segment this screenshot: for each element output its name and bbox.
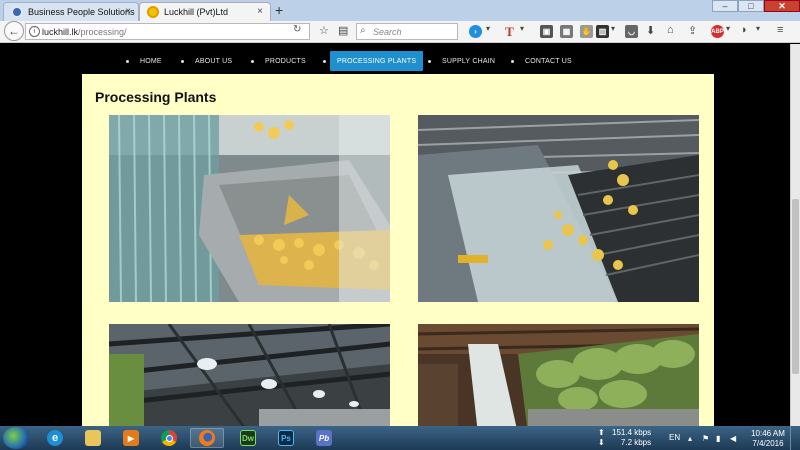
ghost-extension-icon[interactable]: ◗ (741, 24, 748, 36)
dropdown-arrow-icon[interactable]: ▾ (726, 24, 730, 33)
net-up-speed: 151.4 kbps (612, 428, 652, 437)
dropdown-arrow-icon[interactable]: ▾ (611, 24, 615, 33)
pb-app-icon[interactable]: Pb (307, 428, 341, 448)
download-icon[interactable]: ⬇ (646, 24, 655, 37)
bullet-icon (511, 59, 514, 63)
menu-label: PRODUCTS (265, 57, 306, 65)
back-arrow-icon: ← (8, 24, 20, 38)
site-favicon-icon (11, 6, 23, 18)
browser-nav-bar: ← i luckhill.lk/processing/ ↻ ☆ ▤ ⌕ Sear… (0, 21, 800, 43)
clock-time: 10:46 AM (751, 429, 785, 438)
net-down-speed: 7.2 kbps (620, 438, 652, 447)
bullet-icon (126, 59, 129, 63)
clock-date: 7/4/2016 (752, 439, 784, 448)
search-input[interactable]: ⌕ Search (356, 23, 458, 40)
media-player-icon[interactable]: ▶ (114, 428, 148, 448)
pocket-icon[interactable]: ◡ (625, 25, 638, 38)
system-clock[interactable]: 10:46 AM 7/4/2016 (748, 429, 788, 449)
url-bar[interactable]: i luckhill.lk/processing/ (25, 23, 310, 40)
search-placeholder: Search (373, 26, 402, 37)
menu-item-home[interactable]: HOME (126, 51, 162, 71)
tab-luckhill[interactable]: Luckhill (Pvt)Ltd × (139, 2, 271, 21)
dropdown-arrow-icon[interactable]: ▾ (756, 24, 760, 33)
menu-label: SUPPLY CHAIN (442, 57, 496, 65)
adblock-icon[interactable]: ABP (711, 25, 724, 38)
menu-hamburger-icon[interactable]: ≡ (777, 24, 783, 36)
menu-item-products[interactable]: PRODUCTS (251, 51, 306, 71)
dreamweaver-icon[interactable]: Dw (231, 428, 265, 448)
firefox-icon[interactable] (190, 428, 224, 448)
processing-photo-conveyor[interactable] (109, 115, 390, 302)
page-scrollbar[interactable] (790, 44, 800, 426)
tab-title: Business People Solutions (28, 7, 135, 17)
dropdown-arrow-icon[interactable]: ▾ (486, 24, 490, 33)
site-navigation: HOME ABOUT US PRODUCTS PROCESSING PLANTS… (0, 44, 800, 78)
bullet-icon (181, 59, 184, 63)
file-explorer-icon[interactable] (76, 428, 110, 448)
show-hidden-icons-icon[interactable]: ▴ (688, 434, 697, 443)
processing-photo-plant-interior[interactable] (109, 324, 390, 434)
language-indicator[interactable]: EN (669, 433, 680, 442)
info-icon[interactable]: i (29, 26, 40, 37)
back-button[interactable]: ← (4, 21, 24, 41)
clipboard-icon[interactable]: ▦ (560, 25, 573, 38)
photoshop-icon[interactable]: Ps (269, 428, 303, 448)
upload-arrow-icon: ⬆ (598, 428, 605, 437)
show-desktop-button[interactable] (790, 426, 800, 450)
hand-tool-icon[interactable]: ✋ (580, 25, 593, 38)
processing-photo-washing-belt[interactable] (418, 115, 699, 302)
browser-tab-bar: Business People Solutions × Luckhill (Pv… (0, 0, 800, 21)
home-icon[interactable]: ⌂ (667, 24, 674, 36)
close-tab-icon[interactable]: × (125, 6, 131, 17)
content-panel: Processing Plants (82, 74, 714, 434)
menu-label: CONTACT US (525, 57, 572, 65)
search-icon: ⌕ (360, 25, 366, 36)
translate-extension-icon[interactable]: › (469, 25, 482, 38)
processing-photo-leaf-conveyor[interactable] (418, 324, 699, 434)
action-center-flag-icon[interactable]: ⚑ (702, 434, 711, 443)
page-title: Processing Plants (95, 89, 217, 105)
minimize-button[interactable]: – (712, 0, 738, 12)
bullet-icon (251, 59, 254, 63)
tab-business-people-solutions[interactable]: Business People Solutions × (3, 2, 139, 21)
network-speed-meter: ⬆ ⬇ 151.4 kbps 7.2 kbps (598, 428, 652, 448)
internet-explorer-icon[interactable]: e (38, 428, 72, 448)
scrollbar-thumb[interactable] (792, 199, 799, 374)
menu-label: ABOUT US (195, 57, 233, 65)
menu-item-about-us[interactable]: ABOUT US (181, 51, 232, 71)
bullet-icon (428, 59, 431, 63)
menu-item-contact-us[interactable]: CONTACT US (511, 51, 572, 71)
url-host: luckhill.lk (42, 26, 79, 37)
bullet-icon (323, 51, 326, 71)
bookmark-star-icon[interactable]: ☆ (319, 24, 329, 37)
font-extension-icon[interactable]: T (503, 24, 516, 39)
menu-label: HOME (140, 57, 162, 65)
windows-taskbar: e ▶ Dw Ps Pb ⬆ ⬇ 151.4 kbps 7.2 kbps EN … (0, 426, 800, 450)
volume-icon[interactable]: ◀ (730, 434, 739, 443)
menu-item-processing-plants[interactable]: PROCESSING PLANTS (330, 51, 424, 71)
url-path: /processing/ (78, 26, 127, 37)
reload-icon[interactable]: ↻ (293, 24, 301, 35)
screenshot-icon[interactable]: ▣ (540, 25, 553, 38)
luckhill-favicon-icon (147, 6, 159, 18)
new-tab-button[interactable]: + (275, 2, 283, 18)
reading-list-icon[interactable]: ▤ (338, 24, 348, 37)
maximize-button[interactable]: □ (738, 0, 764, 12)
download-arrow-icon: ⬇ (598, 438, 605, 447)
tab-title: Luckhill (Pvt)Ltd (164, 7, 229, 17)
dropdown-arrow-icon[interactable]: ▾ (520, 24, 524, 33)
share-icon[interactable]: ⇪ (688, 24, 697, 37)
start-button[interactable] (3, 427, 29, 449)
chrome-icon[interactable] (152, 428, 186, 448)
menu-item-supply-chain[interactable]: SUPPLY CHAIN (428, 51, 495, 71)
close-tab-icon[interactable]: × (257, 6, 263, 17)
network-icon[interactable]: ▮ (716, 434, 725, 443)
close-window-button[interactable]: ✕ (764, 0, 800, 12)
menu-label: PROCESSING PLANTS (337, 57, 417, 65)
calendar-icon[interactable]: ▥ (596, 25, 609, 38)
